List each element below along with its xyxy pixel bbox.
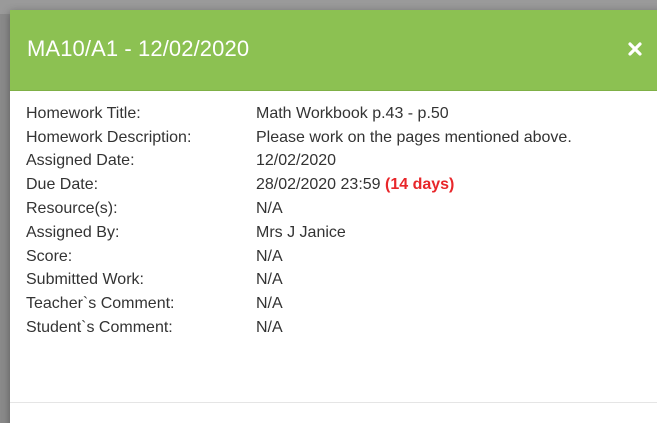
detail-row-title: Homework Title: Math Workbook p.43 - p.5… (26, 102, 657, 126)
homework-modal: MA10/A1 - 12/02/2020 Homework Title: Mat… (10, 10, 657, 423)
detail-label: Teacher`s Comment: (26, 295, 175, 313)
detail-label: Homework Title: (26, 104, 141, 122)
detail-row-assigned-date: Assigned Date: 12/02/2020 (26, 150, 657, 174)
detail-value: N/A (256, 295, 283, 313)
detail-value: N/A (256, 200, 283, 218)
detail-value: 28/02/2020 23:59 (14 days) (256, 176, 454, 194)
modal-footer (10, 402, 657, 423)
modal-body: Homework Title: Math Workbook p.43 - p.5… (10, 91, 657, 340)
detail-label: Assigned By: (26, 223, 120, 241)
detail-row-assigned-by: Assigned By: Mrs J Janice (26, 221, 657, 245)
detail-label: Homework Description: (26, 128, 192, 146)
detail-value: 12/02/2020 (256, 152, 337, 170)
detail-value: Math Workbook p.43 - p.50 (256, 104, 449, 122)
detail-row-score: Score: N/A (26, 245, 657, 269)
days-remaining-badge: (14 days) (385, 176, 455, 194)
modal-title: MA10/A1 - 12/02/2020 (27, 36, 250, 61)
detail-row-due-date: Due Date: 28/02/2020 23:59 (14 days) (26, 173, 657, 197)
detail-value: N/A (256, 247, 283, 265)
detail-row-student-comment: Student`s Comment: N/A (26, 316, 657, 340)
detail-row-teacher-comment: Teacher`s Comment: N/A (26, 292, 657, 316)
detail-value: N/A (256, 271, 283, 289)
detail-row-submitted-work: Submitted Work: N/A (26, 269, 657, 293)
detail-label: Resource(s): (26, 200, 118, 218)
detail-label: Student`s Comment: (26, 319, 173, 337)
detail-label: Score: (26, 247, 73, 265)
detail-label: Submitted Work: (26, 271, 144, 289)
detail-value: N/A (256, 319, 283, 337)
detail-value: Please work on the pages mentioned above… (256, 128, 572, 146)
due-date-value: 28/02/2020 23:59 (256, 176, 381, 194)
modal-header: MA10/A1 - 12/02/2020 (10, 10, 657, 91)
detail-row-resources: Resource(s): N/A (26, 197, 657, 221)
detail-value: Mrs J Janice (256, 223, 346, 241)
detail-label: Assigned Date: (26, 152, 135, 170)
close-icon[interactable] (628, 42, 644, 58)
detail-row-description: Homework Description: Please work on the… (26, 126, 657, 150)
detail-label: Due Date: (26, 176, 99, 194)
